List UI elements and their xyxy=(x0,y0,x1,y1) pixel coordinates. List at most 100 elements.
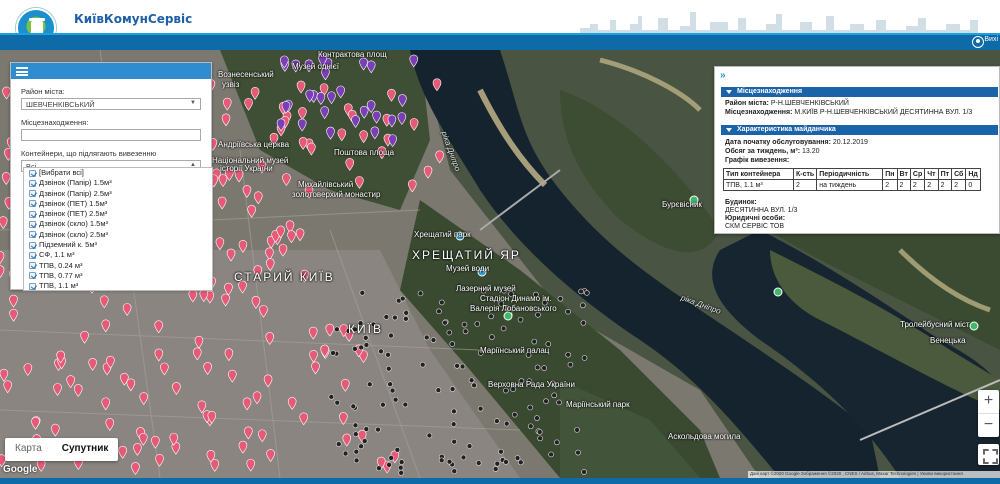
map-marker-icon[interactable] xyxy=(362,334,369,341)
map-marker-icon[interactable] xyxy=(574,427,580,433)
map-marker-icon[interactable] xyxy=(556,399,562,406)
container-option[interactable]: Дзвінок (Папір) 1.5м³ xyxy=(24,178,212,188)
map-marker-icon[interactable] xyxy=(451,408,457,415)
container-option[interactable]: ТПВ, 0.77 м³ xyxy=(24,271,212,281)
map-marker-icon[interactable] xyxy=(352,422,359,429)
map-marker-icon[interactable] xyxy=(435,387,442,394)
map-marker-icon[interactable] xyxy=(375,426,381,433)
map-marker-icon[interactable] xyxy=(575,449,581,456)
container-option[interactable]: ТПВ, 1.1 м³ xyxy=(24,281,212,291)
map-marker-icon[interactable] xyxy=(378,348,384,355)
map-marker-icon[interactable] xyxy=(392,396,399,403)
map-marker-icon[interactable] xyxy=(426,432,433,439)
map-marker-icon[interactable] xyxy=(436,308,442,315)
checkbox[interactable] xyxy=(29,241,36,249)
map-marker-icon[interactable] xyxy=(417,290,424,297)
map-marker-icon[interactable] xyxy=(500,325,507,332)
map-marker-icon[interactable] xyxy=(450,421,457,427)
map-marker-icon[interactable] xyxy=(385,365,392,372)
map-marker-icon[interactable] xyxy=(580,320,587,326)
map-marker-icon[interactable] xyxy=(386,461,392,468)
fullscreen-button[interactable] xyxy=(978,444,999,465)
map-marker-icon[interactable] xyxy=(449,341,456,347)
map-marker-icon[interactable] xyxy=(389,387,396,394)
map-marker-icon[interactable] xyxy=(511,411,518,418)
map-marker-icon[interactable] xyxy=(494,460,501,467)
map-attribution[interactable]: Дані карт ©2020 Google Зображення ©2020 … xyxy=(748,471,1000,478)
map-marker-icon[interactable] xyxy=(451,438,458,445)
map-marker-icon[interactable] xyxy=(543,398,549,404)
map-marker-icon[interactable] xyxy=(442,319,448,326)
map-marker-icon[interactable] xyxy=(471,382,477,389)
map-marker-icon[interactable] xyxy=(394,447,401,453)
map-marker-icon[interactable] xyxy=(527,423,534,430)
map-marker-icon[interactable] xyxy=(380,401,386,408)
map-marker-icon[interactable] xyxy=(475,460,482,466)
map-marker-icon[interactable] xyxy=(517,316,524,323)
map-marker-icon[interactable] xyxy=(335,441,342,447)
map-marker-icon[interactable] xyxy=(352,346,358,352)
map-marker-icon[interactable] xyxy=(578,288,584,295)
map-marker-icon[interactable] xyxy=(565,351,571,358)
map-marker-icon[interactable] xyxy=(388,455,394,461)
map-marker-icon[interactable] xyxy=(328,394,335,400)
map-marker-icon[interactable] xyxy=(361,438,368,444)
map-marker-icon[interactable] xyxy=(383,314,390,320)
map-marker-icon[interactable] xyxy=(438,457,445,464)
map-marker-icon[interactable] xyxy=(402,401,409,408)
zoom-out-button[interactable]: − xyxy=(978,414,999,437)
collapse-panel-icon[interactable]: » xyxy=(720,70,726,81)
zoom-in-button[interactable]: + xyxy=(978,390,999,413)
map-marker-icon[interactable] xyxy=(398,470,404,476)
checkbox[interactable] xyxy=(29,190,36,198)
map-marker-icon[interactable] xyxy=(438,299,445,306)
map-marker-icon[interactable] xyxy=(449,386,456,392)
user-icon[interactable] xyxy=(972,36,984,48)
map-marker-icon[interactable] xyxy=(350,403,357,410)
map-marker-icon[interactable] xyxy=(454,363,460,369)
container-option[interactable]: Дзвінок (скло) 1.5м³ xyxy=(24,219,212,229)
map-marker-icon[interactable] xyxy=(419,361,426,368)
container-option[interactable]: Дзвінок (скло) 2.5м³ xyxy=(24,230,212,240)
map-marker-icon[interactable] xyxy=(477,405,484,412)
checkbox[interactable] xyxy=(29,251,36,259)
container-option[interactable]: Дзвінок (ПЕТ) 2.5м³ xyxy=(24,209,212,219)
map-marker-icon[interactable] xyxy=(494,418,500,424)
map-marker-icon[interactable] xyxy=(534,415,540,421)
map-marker-icon[interactable] xyxy=(517,459,524,466)
map-marker-icon[interactable] xyxy=(363,426,370,432)
map-marker-icon[interactable] xyxy=(548,451,554,458)
map-marker-icon[interactable] xyxy=(398,459,405,465)
map-type-satellite-button[interactable]: Супутник xyxy=(52,438,119,461)
map-marker-icon[interactable] xyxy=(392,314,398,321)
map-marker-icon[interactable] xyxy=(503,420,510,427)
exit-link[interactable]: Вихі xyxy=(984,36,998,43)
map-marker-icon[interactable] xyxy=(358,443,364,450)
map-marker-icon[interactable] xyxy=(363,342,370,348)
map-marker-icon[interactable] xyxy=(536,429,543,435)
map-marker-icon[interactable] xyxy=(387,381,393,388)
container-option[interactable]: СФ, 1.1 м³ xyxy=(24,250,212,260)
map-marker-icon[interactable] xyxy=(353,448,360,455)
map-marker-icon[interactable] xyxy=(352,431,359,437)
map-marker-icon[interactable] xyxy=(581,355,588,361)
map-marker-icon[interactable] xyxy=(551,392,558,399)
map-marker-icon[interactable] xyxy=(498,448,504,455)
map-marker-icon[interactable] xyxy=(531,338,538,345)
checkbox[interactable] xyxy=(29,210,36,218)
checkbox[interactable] xyxy=(29,262,36,270)
map-marker-icon[interactable] xyxy=(527,404,534,411)
checkbox[interactable] xyxy=(29,200,36,208)
map-marker-icon[interactable] xyxy=(514,455,521,461)
map-type-map-button[interactable]: Карта xyxy=(5,438,52,461)
checkbox[interactable] xyxy=(29,179,36,187)
map-marker-icon[interactable] xyxy=(376,465,382,472)
map-marker-icon[interactable] xyxy=(567,361,574,368)
map-marker-icon[interactable] xyxy=(385,351,391,358)
map-marker-icon[interactable] xyxy=(358,344,364,351)
container-option[interactable]: Підземний к. 5м³ xyxy=(24,240,212,250)
map-marker-icon[interactable] xyxy=(342,450,349,457)
map-marker-icon[interactable] xyxy=(330,350,336,356)
map-marker-icon[interactable] xyxy=(460,454,467,461)
location-section-header[interactable]: Місцезнаходження xyxy=(721,87,998,97)
